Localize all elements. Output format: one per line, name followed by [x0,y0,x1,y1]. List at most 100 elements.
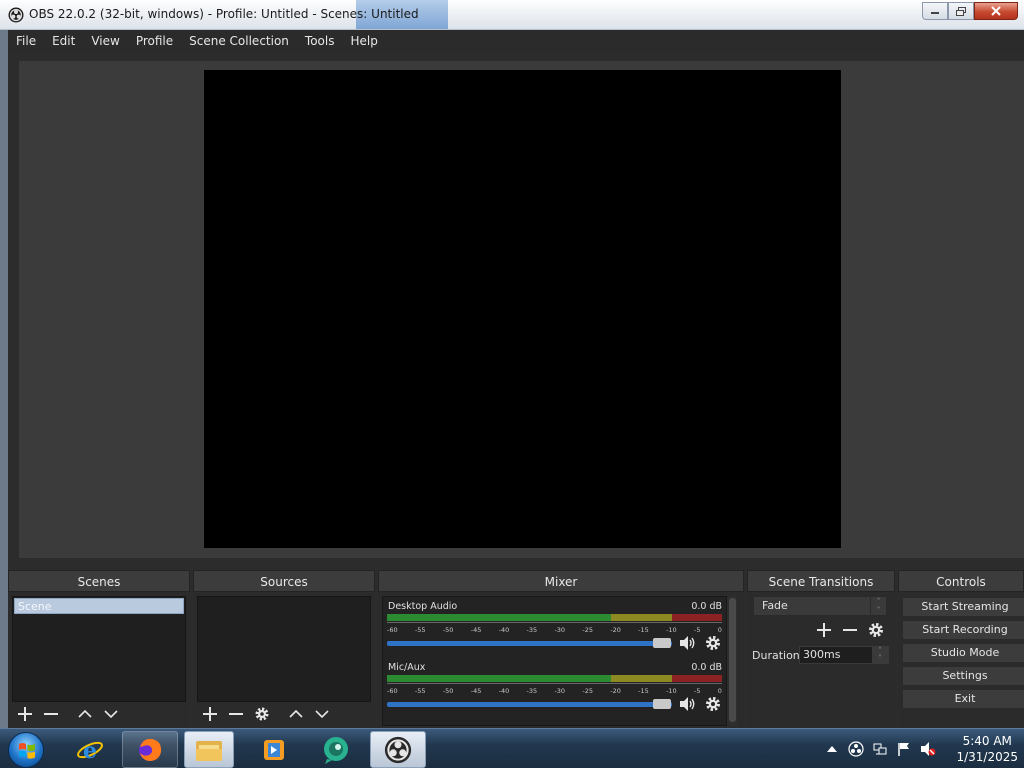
obs-tray-icon[interactable] [848,741,865,757]
close-button[interactable] [974,2,1018,20]
meter-tick-label: -50 [442,687,454,695]
preview-area [19,61,1024,558]
minus-icon [44,713,58,715]
meter-tick-label: -25 [582,687,593,695]
move-source-up-button[interactable] [285,704,307,724]
taskbar: e 5:40 AM 1/31/2025 [0,728,1024,768]
gear-icon [869,623,883,637]
meter-tick-label: -10 [666,626,677,634]
taskbar-internet-explorer[interactable]: e [62,731,118,768]
taskbar-firefox[interactable] [122,731,178,768]
plus-icon [18,707,32,721]
speaker-icon[interactable] [679,635,697,651]
meter-tick-labels: -60 -55 -50 -45 -40 -35 -30 -25 -20 -15 -10 -5 0 [387,626,722,634]
internet-explorer-icon: e [77,738,103,764]
volume-muted-icon[interactable] [920,741,936,757]
move-source-down-button[interactable] [311,704,333,724]
volume-slider-handle[interactable] [653,699,671,709]
preview-canvas[interactable] [204,70,841,548]
menu-edit[interactable]: Edit [44,30,83,52]
sources-list[interactable] [197,596,371,702]
minimize-button[interactable] [922,2,948,20]
window-buttons [922,2,1018,20]
taskbar-file-explorer[interactable] [184,731,234,768]
sources-toolbar [199,704,333,724]
mixer-scrollbar[interactable] [727,596,737,726]
scene-list-item[interactable]: Scene [14,598,184,614]
add-source-button[interactable] [199,704,221,724]
taskbar-obs-studio[interactable] [370,731,426,768]
transition-properties-button[interactable] [865,620,887,640]
scenes-list[interactable]: Scene [12,596,186,702]
remove-source-button[interactable] [225,704,247,724]
remove-scene-button[interactable] [40,704,62,724]
obs-logo-icon [384,736,412,763]
channel-level: 0.0 dB [691,662,722,673]
minimize-icon [931,12,939,14]
minus-icon [229,713,243,715]
action-center-flag-icon[interactable] [896,741,912,757]
updown-arrows-icon: ˄ ˅ [870,597,886,615]
volume-slider[interactable] [387,641,672,646]
speaker-icon[interactable] [679,696,697,712]
svg-text:e: e [83,738,97,764]
meter-tick-label: -10 [666,687,677,695]
meter-tick-label: -20 [610,687,621,695]
duration-value: 300ms [803,648,841,661]
add-scene-button[interactable] [14,704,36,724]
maximize-button[interactable] [948,2,974,20]
meter-tick-label: -35 [526,626,538,634]
taskbar-clock[interactable]: 5:40 AM 1/31/2025 [956,733,1018,765]
channel-level: 0.0 dB [691,601,722,612]
gear-icon[interactable] [705,635,721,651]
transition-select[interactable]: Fade ˄ ˅ [753,596,887,616]
settings-button[interactable]: Settings [902,666,1024,686]
meter-tick-label: -15 [638,687,649,695]
menu-tools[interactable]: Tools [297,30,343,52]
studio-mode-button[interactable]: Studio Mode [902,643,1024,663]
start-recording-button[interactable]: Start Recording [902,620,1024,640]
menu-scene-collection[interactable]: Scene Collection [181,30,297,52]
meter-tick-label: -55 [414,687,426,695]
move-scene-down-button[interactable] [100,704,122,724]
meter-tick-label: -30 [554,626,566,634]
network-icon[interactable] [872,741,888,757]
meter-tick-label: -50 [442,626,454,634]
gear-icon[interactable] [705,696,721,712]
channel-name: Desktop Audio [388,601,458,612]
meter-tick-label: -60 [387,626,398,634]
meter-tick-label: -60 [387,687,398,695]
sources-dock-title: Sources [193,570,375,592]
spin-arrows-icon[interactable]: ˄ ˅ [872,647,888,663]
mixer-panel: Desktop Audio 0.0 dB -60 -55 -50 -45 -40 -35-… [382,596,727,726]
chat-bubble-icon [324,736,348,764]
meter-tick-label: -5 [693,626,701,634]
obs-window: OBS 22.0.2 (32-bit, windows) - Profile: … [0,0,1024,728]
title-bar[interactable]: OBS 22.0.2 (32-bit, windows) - Profile: … [0,0,1024,30]
menu-file[interactable]: File [8,30,44,52]
folder-icon [196,740,222,761]
scrollbar-thumb[interactable] [729,598,736,722]
start-streaming-button[interactable]: Start Streaming [902,597,1024,617]
exit-button[interactable]: Exit [902,689,1024,709]
source-properties-button[interactable] [251,704,273,724]
volume-slider-handle[interactable] [653,638,671,648]
duration-spinbox[interactable]: 300ms ˄ ˅ [799,646,889,664]
controls-dock: Controls Start Streaming Start Recording… [898,570,1024,728]
mixer-channel-mic-aux: Mic/Aux 0.0 dB -60 -55 -50 -45 -40 -35 -30 -25-… [387,662,722,722]
menu-help[interactable]: Help [342,30,385,52]
taskbar-chat-app[interactable] [308,731,364,768]
meter-tick-label: 0 [717,687,722,695]
close-icon [991,6,1001,16]
move-scene-up-button[interactable] [74,704,96,724]
taskbar-media-player[interactable] [246,731,302,768]
remove-transition-button[interactable] [839,620,861,640]
add-transition-button[interactable] [813,620,835,640]
menu-view[interactable]: View [83,30,127,52]
menu-profile[interactable]: Profile [128,30,181,52]
window-frame [0,30,8,728]
start-button[interactable] [8,732,44,768]
show-hidden-icons-icon[interactable] [824,741,840,757]
meter-tick-label: -5 [693,687,701,695]
volume-slider[interactable] [387,702,672,707]
